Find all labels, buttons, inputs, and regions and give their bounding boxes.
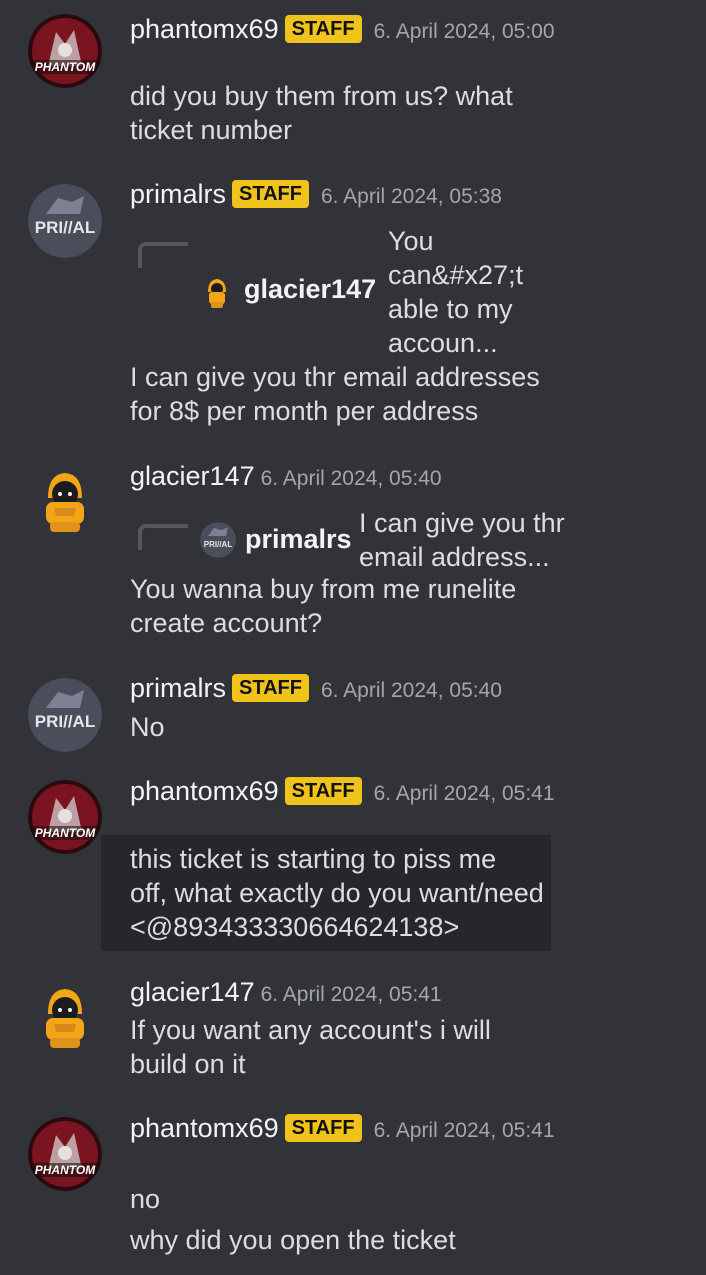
message-content: I can give you thr email addresses for 8… xyxy=(130,360,540,428)
message-content: no why did you open the ticket xyxy=(130,1179,456,1261)
message-line: did you buy them from us? what xyxy=(130,81,513,111)
message-header: phantomx69 STAFF 6. April 2024, 05:00 xyxy=(130,15,556,48)
message-header: phantomx69 STAFF 6. April 2024, 05:41 xyxy=(130,1114,556,1147)
message-header: glacier147 6. April 2024, 05:41 xyxy=(130,978,556,1011)
reply-line: accoun... xyxy=(388,328,498,358)
message-header: glacier147 6. April 2024, 05:40 xyxy=(130,462,556,495)
message-line: ticket number xyxy=(130,115,293,145)
message-line: build on it xyxy=(130,1049,246,1079)
message-line: for 8$ per month per address xyxy=(130,396,479,426)
mention[interactable]: <@893433330664624138> xyxy=(130,910,544,944)
avatar-phantomx69[interactable]: PHANTOM xyxy=(28,14,102,88)
username[interactable]: primalrs xyxy=(130,179,226,209)
avatar-glacier147[interactable] xyxy=(28,980,102,1054)
reply-content: I can give you thr email address... xyxy=(359,506,565,574)
message-content: You wanna buy from me runelite create ac… xyxy=(130,572,516,640)
reply-username[interactable]: glacier147 xyxy=(244,274,376,305)
reply-line: able to my xyxy=(388,294,513,324)
message-line: why did you open the ticket xyxy=(130,1225,456,1255)
reply-line: I can give you thr xyxy=(359,508,565,538)
message-header: phantomx69 STAFF 6. April 2024, 05:41 xyxy=(130,777,556,810)
avatar-phantomx69[interactable]: PHANTOM xyxy=(28,1117,102,1191)
message-line: off, what exactly do you want/need xyxy=(130,878,544,908)
avatar-logo-text: PRI//AL xyxy=(35,712,95,731)
message-line: no xyxy=(130,1184,161,1214)
reply-preview[interactable]: PRI//AL primalrs I can give you thr emai… xyxy=(138,508,578,574)
timestamp: 6. April 2024, 05:38 xyxy=(320,185,502,208)
reply-line: email address... xyxy=(359,542,550,572)
message-line: create account? xyxy=(130,608,323,638)
reply-content: You can&#x27;t able to my accoun... xyxy=(388,224,523,360)
message-line: If you want any account's i will xyxy=(130,1015,491,1045)
timestamp: 6. April 2024, 05:41 xyxy=(373,1119,555,1142)
username[interactable]: primalrs xyxy=(130,673,226,703)
staff-badge: STAFF xyxy=(232,180,309,208)
avatar-logo-text: PHANTOM xyxy=(35,826,96,840)
avatar-logo-text: PHANTOM xyxy=(35,60,96,74)
username[interactable]: phantomx69 xyxy=(130,14,279,44)
reply-avatar-primalrs: PRI//AL xyxy=(200,522,236,558)
timestamp: 6. April 2024, 05:00 xyxy=(373,20,555,43)
reply-preview[interactable]: glacier147 You can&#x27;t able to my acc… xyxy=(138,226,558,360)
staff-badge: STAFF xyxy=(232,674,309,702)
reply-line: can&#x27;t xyxy=(388,260,524,290)
message-line: I can give you thr email addresses xyxy=(130,362,540,392)
avatar-phantomx69[interactable]: PHANTOM xyxy=(28,780,102,854)
avatar-primalrs[interactable]: PRI//AL xyxy=(28,678,102,752)
username[interactable]: glacier147 xyxy=(130,461,255,491)
message-content: No xyxy=(130,710,165,744)
username[interactable]: phantomx69 xyxy=(130,776,279,806)
timestamp: 6. April 2024, 05:41 xyxy=(260,983,442,1006)
avatar-glacier147[interactable] xyxy=(28,464,102,538)
reply-avatar-glacier147 xyxy=(204,276,230,310)
message-content: this ticket is starting to piss me off, … xyxy=(130,842,544,944)
message-line: You wanna buy from me runelite xyxy=(130,574,517,604)
message-line: this ticket is starting to piss me xyxy=(130,844,497,874)
message-header: primalrs STAFF 6. April 2024, 05:40 xyxy=(130,674,556,707)
message-header: primalrs STAFF 6. April 2024, 05:38 xyxy=(130,180,556,213)
reply-line: You xyxy=(388,226,434,256)
staff-badge: STAFF xyxy=(284,15,362,43)
username[interactable]: phantomx69 xyxy=(130,1113,279,1143)
message-content: If you want any account's i will build o… xyxy=(130,1013,491,1081)
reply-username[interactable]: primalrs xyxy=(245,524,352,555)
timestamp: 6. April 2024, 05:41 xyxy=(373,782,555,805)
message-line: No xyxy=(130,712,165,742)
timestamp: 6. April 2024, 05:40 xyxy=(260,467,442,490)
staff-badge: STAFF xyxy=(284,777,362,805)
username[interactable]: glacier147 xyxy=(130,977,255,1007)
avatar-primalrs[interactable]: PRI//AL xyxy=(28,184,102,258)
avatar-logo-text: PRI//AL xyxy=(35,218,95,237)
reply-connector xyxy=(138,524,188,550)
staff-badge: STAFF xyxy=(284,1114,362,1142)
message-content: did you buy them from us? what ticket nu… xyxy=(130,79,513,147)
reply-avatar-logo-text: PRI//AL xyxy=(204,540,233,549)
avatar-logo-text: PHANTOM xyxy=(35,1163,96,1177)
reply-connector xyxy=(138,242,188,268)
timestamp: 6. April 2024, 05:40 xyxy=(320,679,502,702)
